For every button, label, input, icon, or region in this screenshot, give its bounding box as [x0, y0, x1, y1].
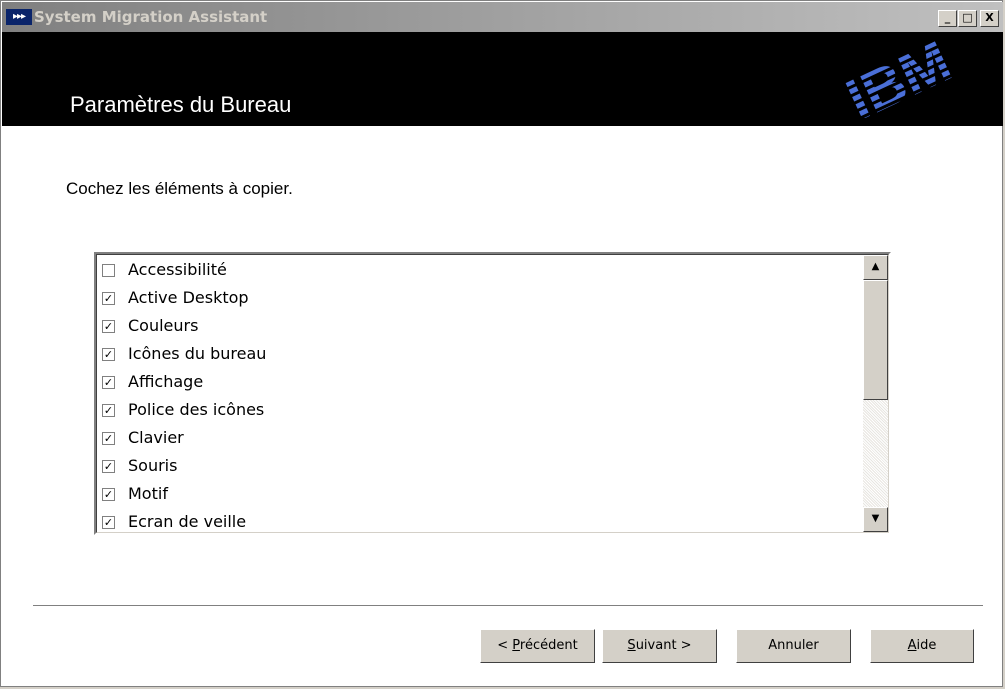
previous-button-label: récédent: [519, 638, 578, 653]
checklist-frame: Accessibilité ✓ Active Desktop ✓ Couleur…: [96, 254, 889, 533]
previous-button[interactable]: < Précédent: [480, 629, 595, 663]
scroll-up-button[interactable]: ▲: [863, 255, 888, 280]
list-item-label: Souris: [128, 456, 178, 475]
checkbox[interactable]: ✓: [102, 460, 115, 473]
header-banner: Paramètres du Bureau IBM: [2, 32, 1003, 126]
checkbox[interactable]: ✓: [102, 432, 115, 445]
previous-button-prefix: <: [497, 638, 513, 653]
list-item-label: Active Desktop: [128, 288, 249, 307]
list-item-label: Couleurs: [128, 316, 199, 335]
page-title: Paramètres du Bureau: [70, 92, 292, 117]
minimize-button[interactable]: _: [938, 10, 957, 27]
checkbox[interactable]: ✓: [102, 348, 115, 361]
list-item-label: Accessibilité: [128, 260, 227, 279]
next-button[interactable]: Suivant >: [602, 629, 717, 663]
list-item-police-icones[interactable]: ✓ Police des icônes: [100, 397, 860, 425]
list-item-couleurs[interactable]: ✓ Couleurs: [100, 313, 860, 341]
list-item-icones-bureau[interactable]: ✓ Icônes du bureau: [100, 341, 860, 369]
next-button-accel: S: [627, 638, 636, 653]
vertical-scrollbar[interactable]: ▲ ▼: [863, 255, 888, 532]
list-item-label: Ecran de veille: [128, 512, 247, 531]
checkbox[interactable]: ✓: [102, 320, 115, 333]
list-item-ecran-veille[interactable]: ✓ Ecran de veille: [100, 509, 860, 533]
ibm-logo-text: IBM: [837, 38, 961, 118]
title-bar[interactable]: ▸▸▸ System Migration Assistant _ □ X: [2, 2, 1003, 32]
list-item-label: Police des icônes: [128, 400, 265, 419]
previous-button-accel: P: [512, 638, 520, 653]
list-item-clavier[interactable]: ✓ Clavier: [100, 425, 860, 453]
checkbox[interactable]: ✓: [102, 376, 115, 389]
maximize-button[interactable]: □: [958, 10, 977, 27]
checkbox[interactable]: ✓: [102, 488, 115, 501]
help-button[interactable]: Aide: [870, 629, 974, 663]
app-icon: ▸▸▸: [6, 9, 32, 25]
window-title: System Migration Assistant: [34, 8, 268, 26]
list-item-affichage[interactable]: ✓ Affichage: [100, 369, 860, 397]
checkbox[interactable]: ✓: [102, 292, 115, 305]
checkbox[interactable]: ✓: [102, 516, 115, 529]
main-window: ▸▸▸ System Migration Assistant _ □ X Par…: [0, 0, 1003, 687]
help-button-label: ide: [916, 638, 937, 653]
list-item-label: Clavier: [128, 428, 184, 447]
scroll-thumb[interactable]: [863, 280, 888, 400]
ibm-logo-icon: IBM: [820, 38, 980, 118]
list-item-motif[interactable]: ✓ Motif: [100, 481, 860, 509]
close-button[interactable]: X: [980, 10, 999, 27]
list-item-label: Icônes du bureau: [128, 344, 267, 363]
list-item-label: Affichage: [128, 372, 204, 391]
cancel-button[interactable]: Annuler: [736, 629, 851, 663]
cancel-button-label: Annuler: [768, 638, 819, 653]
scroll-down-button[interactable]: ▼: [863, 507, 888, 532]
footer-separator: [33, 605, 983, 607]
list-item-souris[interactable]: ✓ Souris: [100, 453, 860, 481]
list-item-label: Motif: [128, 484, 168, 503]
next-button-label: uivant >: [635, 638, 692, 653]
checkbox[interactable]: [102, 264, 115, 277]
instruction-text: Cochez les éléments à copier.: [66, 179, 293, 198]
checkbox[interactable]: ✓: [102, 404, 115, 417]
help-button-accel: A: [907, 638, 917, 653]
list-item-accessibilite[interactable]: Accessibilité: [100, 257, 860, 285]
list-item-active-desktop[interactable]: ✓ Active Desktop: [100, 285, 860, 313]
settings-checklist[interactable]: Accessibilité ✓ Active Desktop ✓ Couleur…: [94, 252, 891, 535]
